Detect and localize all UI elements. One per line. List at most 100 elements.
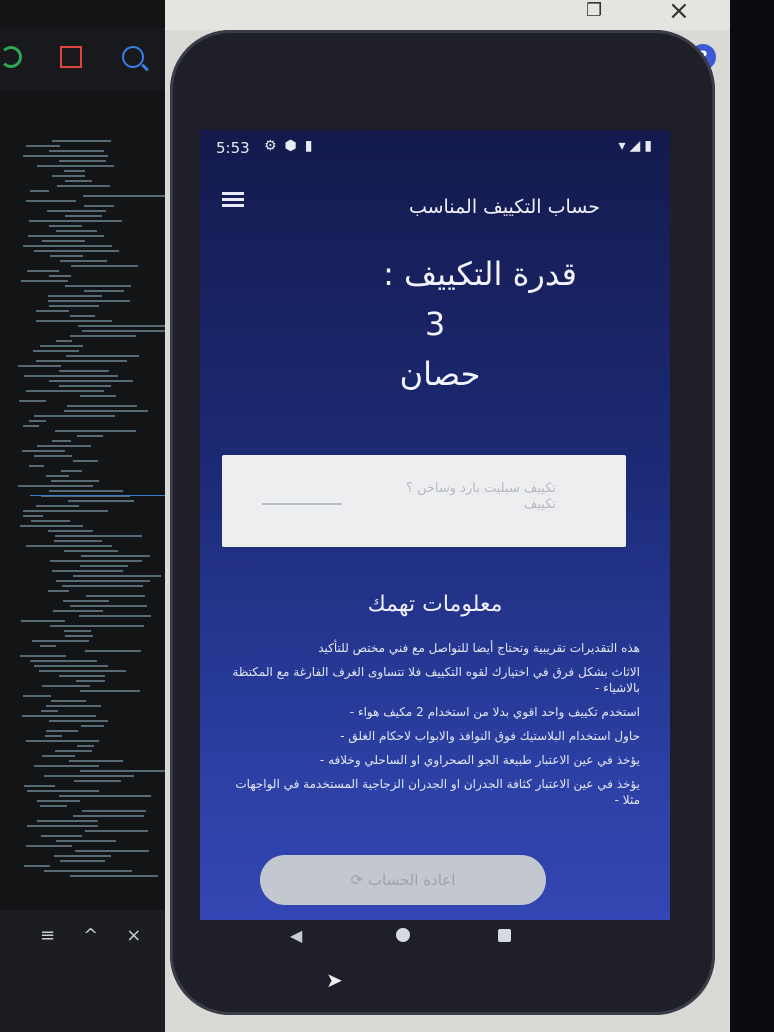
close-icon[interactable]: × <box>126 925 141 946</box>
stop-icon[interactable] <box>60 46 82 68</box>
back-icon[interactable]: ◀ <box>290 926 302 945</box>
code-line <box>75 850 149 852</box>
ide-panel: ≡ ^ × <box>0 0 185 1032</box>
code-line <box>59 385 111 387</box>
code-line <box>51 700 86 702</box>
code-line <box>23 245 112 247</box>
code-line <box>59 160 106 162</box>
window-close-icon[interactable]: × <box>668 0 690 26</box>
code-line <box>30 190 49 192</box>
code-line <box>60 260 107 262</box>
code-line <box>67 405 137 407</box>
code-line <box>83 195 175 197</box>
code-line <box>46 475 69 477</box>
ac-type-input[interactable]: تكييف سبليت بارد وساخن ؟ تكييف <box>222 455 626 547</box>
code-line <box>30 660 97 662</box>
code-line <box>39 670 126 672</box>
code-line <box>22 715 96 717</box>
chevron-up-icon[interactable]: ^ <box>83 925 98 946</box>
code-line <box>52 570 123 572</box>
code-line <box>57 185 110 187</box>
code-line <box>31 520 70 522</box>
recalculate-label: اعادة الحساب <box>367 871 456 889</box>
code-line <box>81 555 150 557</box>
code-editor[interactable] <box>8 140 178 900</box>
signal-battery-icons: ▾◢▮ <box>618 138 656 154</box>
code-line <box>18 365 61 367</box>
home-icon[interactable] <box>396 928 410 942</box>
code-line <box>29 220 122 222</box>
code-line <box>48 300 130 302</box>
code-line <box>49 305 99 307</box>
code-line <box>29 420 46 422</box>
code-line <box>65 635 93 637</box>
code-line <box>23 155 108 157</box>
code-line <box>50 255 83 257</box>
result-section: قدرة التكييف : 3 حصان <box>200 255 670 393</box>
list-icon[interactable]: ≡ <box>40 925 55 946</box>
code-line <box>65 180 92 182</box>
hamburger-menu-icon[interactable] <box>222 192 244 208</box>
ide-bottom-toolbar: ≡ ^ × <box>40 925 141 946</box>
code-line <box>50 625 144 627</box>
app-bar: حساب التكييف المناسب <box>200 178 670 222</box>
code-line <box>44 870 132 872</box>
code-line <box>27 825 98 827</box>
code-line <box>34 415 115 417</box>
maximize-icon[interactable]: ❐ <box>586 0 602 21</box>
code-line <box>76 680 105 682</box>
code-line <box>47 210 106 212</box>
code-line <box>85 650 141 652</box>
refresh-icon[interactable] <box>0 46 22 68</box>
code-line <box>78 325 170 327</box>
code-line <box>82 330 165 332</box>
capacity-value: 3 <box>424 305 446 343</box>
code-line <box>54 540 102 542</box>
code-line <box>37 820 98 822</box>
info-item: الاثاث بشكل فرق في اختيارك لقوه التكييف … <box>232 665 640 695</box>
code-line <box>85 830 148 832</box>
code-line <box>34 455 72 457</box>
info-item: يؤخذ في عين الاعتبار طبيعة الجو الصحراوي… <box>319 753 640 767</box>
code-line <box>26 145 60 147</box>
code-line <box>18 485 93 487</box>
code-line <box>26 390 104 392</box>
code-line <box>73 575 161 577</box>
code-line <box>44 775 134 777</box>
code-line <box>26 545 112 547</box>
code-line <box>22 450 65 452</box>
code-line <box>26 200 76 202</box>
code-line <box>34 665 108 667</box>
code-line <box>70 875 158 877</box>
code-line <box>41 710 58 712</box>
code-line <box>49 225 82 227</box>
code-line <box>49 380 133 382</box>
code-line <box>46 730 78 732</box>
code-line <box>84 290 124 292</box>
code-line <box>60 860 105 862</box>
search-icon[interactable] <box>122 46 144 68</box>
code-line <box>27 270 59 272</box>
code-line <box>48 590 69 592</box>
code-line <box>52 175 85 177</box>
code-line <box>42 685 90 687</box>
code-line <box>80 395 116 397</box>
code-line <box>26 740 99 742</box>
info-title: معلومات تهمك <box>367 592 503 617</box>
code-line <box>37 800 80 802</box>
code-line <box>45 735 62 737</box>
code-line <box>41 835 82 837</box>
code-line <box>23 510 108 512</box>
code-line <box>59 675 105 677</box>
app-screen: 5:53 ⚙⬢▮ ▾◢▮ حساب التكييف المناسب قدرة ا… <box>200 130 670 920</box>
code-line <box>70 315 95 317</box>
code-line <box>86 595 145 597</box>
system-nav-bar: ◀ <box>200 920 670 960</box>
code-line <box>77 745 94 747</box>
code-line <box>74 780 121 782</box>
recalculate-button[interactable]: اعادة الحساب ⟳ <box>260 855 546 905</box>
app-title: حساب التكييف المناسب <box>408 196 600 218</box>
info-item: حاول استخدام البلاستيك فوق النوافذ والاب… <box>340 729 640 743</box>
recents-icon[interactable] <box>498 929 511 942</box>
code-line <box>20 655 66 657</box>
